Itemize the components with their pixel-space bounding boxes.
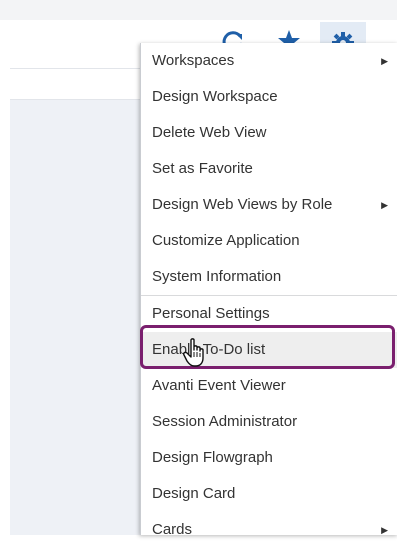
menu-item-label: Delete Web View <box>152 124 267 141</box>
menu-item-label: Set as Favorite <box>152 160 253 177</box>
menu-item-cards[interactable]: Cards ▶ <box>141 512 397 548</box>
menu-item-label: Enable To-Do list <box>152 341 266 358</box>
menu-item-workspaces[interactable]: Workspaces ▶ <box>141 43 397 79</box>
submenu-arrow-icon: ▶ <box>381 56 388 66</box>
submenu-arrow-icon: ▶ <box>381 200 388 210</box>
menu-item-design-card[interactable]: Design Card <box>141 476 397 512</box>
menu-item-label: Avanti Event Viewer <box>152 377 286 394</box>
menu-item-label: System Information <box>152 268 282 285</box>
menu-item-label: Personal Settings <box>152 305 270 322</box>
menu-item-enable-to-do-list[interactable]: Enable To-Do list <box>141 332 397 368</box>
outer-background <box>0 0 397 20</box>
menu-item-delete-web-view[interactable]: Delete Web View <box>141 115 397 151</box>
menu-item-design-workspace[interactable]: Design Workspace <box>141 79 397 115</box>
menu-item-personal-settings[interactable]: Personal Settings <box>141 296 397 332</box>
menu-item-label: Workspaces <box>152 52 235 69</box>
menu-item-customize-application[interactable]: Customize Application <box>141 223 397 259</box>
menu-item-label: Design Workspace <box>152 88 278 105</box>
settings-dropdown-menu: Workspaces ▶ Design Workspace Delete Web… <box>140 43 397 538</box>
menu-item-set-as-favorite[interactable]: Set as Favorite <box>141 151 397 187</box>
menu-item-avanti-event-viewer[interactable]: Avanti Event Viewer <box>141 368 397 404</box>
submenu-arrow-icon: ▶ <box>381 525 388 535</box>
menu-item-label: Customize Application <box>152 232 300 249</box>
menu-item-system-information[interactable]: System Information <box>141 259 397 295</box>
menu-item-label: Design Web Views by Role <box>152 196 333 213</box>
menu-item-label: Design Card <box>152 485 236 502</box>
menu-item-label: Session Administrator <box>152 413 298 430</box>
menu-item-label: Design Flowgraph <box>152 449 273 466</box>
menu-item-session-administrator[interactable]: Session Administrator <box>141 404 397 440</box>
menu-item-label: Cards <box>152 521 193 538</box>
menu-item-design-web-views-by-role[interactable]: Design Web Views by Role ▶ <box>141 187 397 223</box>
menu-item-design-flowgraph[interactable]: Design Flowgraph <box>141 440 397 476</box>
